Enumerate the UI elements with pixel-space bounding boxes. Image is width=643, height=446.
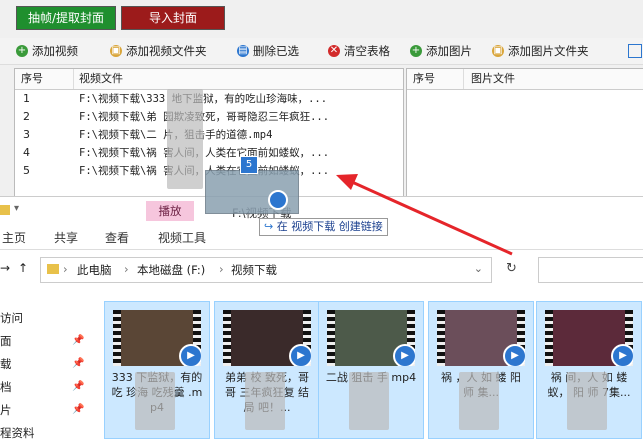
annotation-arrow — [336, 174, 513, 256]
